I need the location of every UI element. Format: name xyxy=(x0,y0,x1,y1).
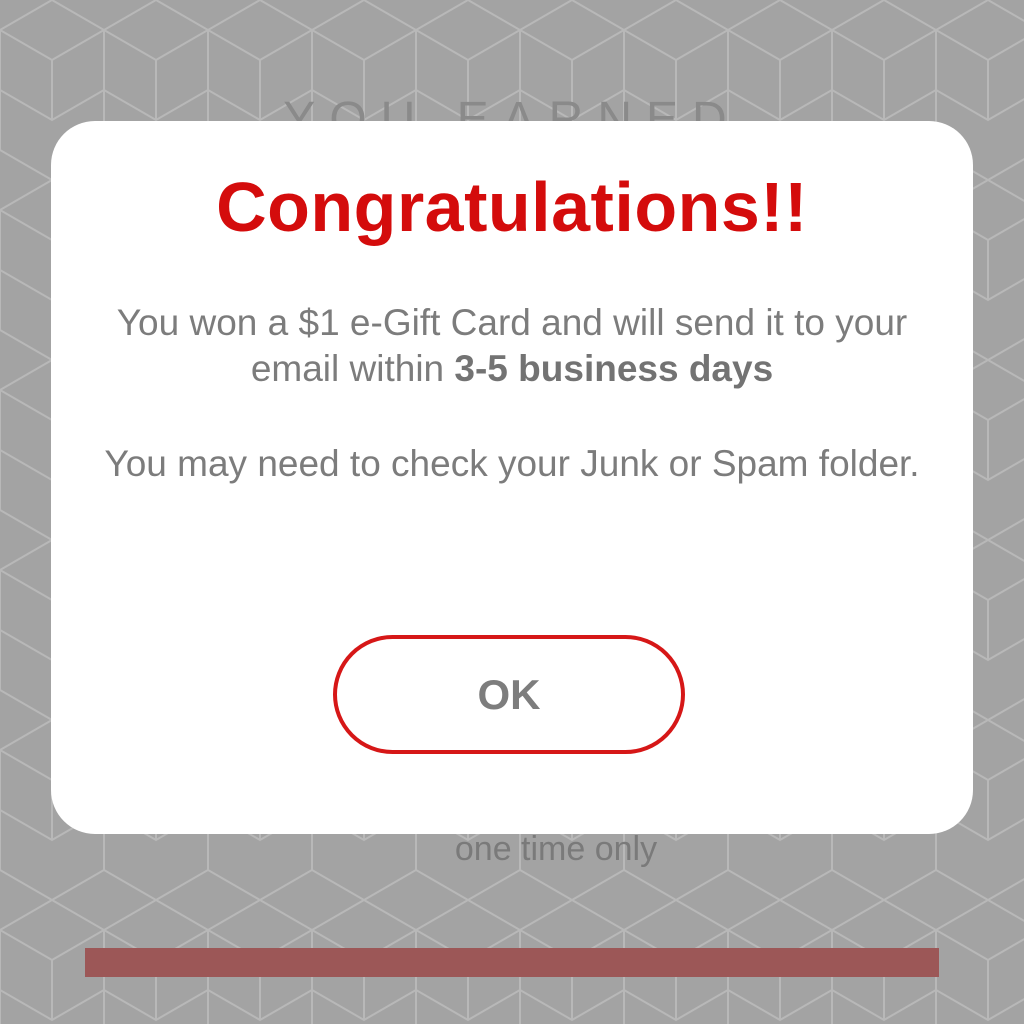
gift-card-message: You won a $1 e-Gift Card and will send i… xyxy=(91,300,933,392)
ok-button[interactable]: OK xyxy=(333,635,685,754)
progress-bar xyxy=(85,948,939,977)
spam-folder-message: You may need to check your Junk or Spam … xyxy=(104,443,920,484)
delivery-time-text: 3-5 business days xyxy=(454,348,774,389)
ok-button-label: OK xyxy=(477,670,541,718)
congratulations-dialog: Congratulations!! You won a $1 e-Gift Ca… xyxy=(51,121,973,834)
app-screen: YOU EARNED one time only Congratulations… xyxy=(0,0,1024,1024)
dialog-title: Congratulations!! xyxy=(216,168,808,246)
one-time-only-note: one time only xyxy=(454,830,658,868)
